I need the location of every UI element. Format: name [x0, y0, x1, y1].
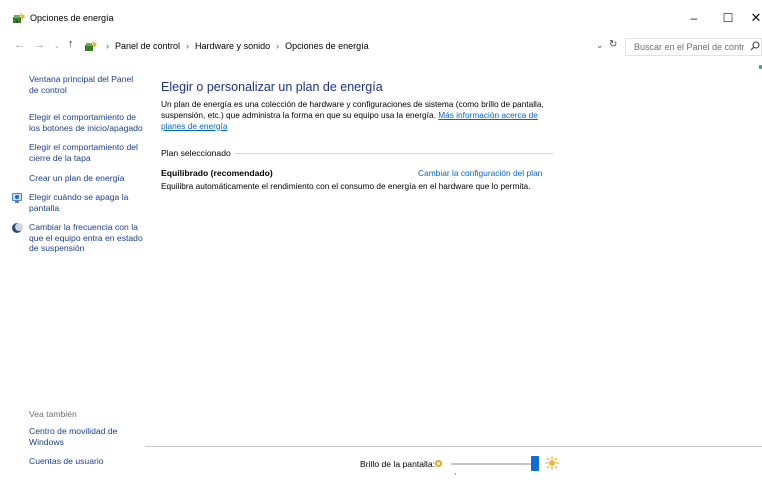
sidebar-link-power-buttons[interactable]: Elegir el comportamiento de los botones …: [29, 112, 145, 133]
section-label: Plan seleccionado: [161, 148, 235, 158]
breadcrumb-item-opciones-de-energia[interactable]: Opciones de energía: [285, 41, 369, 51]
breadcrumb-separator-icon: ›: [106, 41, 109, 51]
see-also-mobility-center-link[interactable]: Centro de movilidad de Windows: [29, 426, 145, 447]
breadcrumb-item-hardware-y-sonido[interactable]: Hardware y sonido: [195, 41, 270, 51]
recent-locations-chevron-icon[interactable]: ⌄: [54, 42, 60, 50]
title-bar: Opciones de energía – ☐ ✕: [0, 0, 762, 36]
search-input[interactable]: [634, 42, 744, 52]
sidebar-link-lid-close[interactable]: Elegir el comportamiento del cierre de l…: [29, 142, 145, 163]
sun-bright-icon: [545, 456, 559, 470]
see-also-user-accounts-link[interactable]: Cuentas de usuario: [29, 456, 145, 467]
power-options-icon: [13, 13, 25, 23]
search-icon[interactable]: [750, 41, 760, 51]
left-task-pane: Ventana principal del Panel de control E…: [0, 58, 145, 480]
brightness-bar: Brillo de la pantalla:: [145, 446, 762, 480]
page-description: Un plan de energía es una colección de h…: [161, 99, 561, 131]
breadcrumb-separator-icon: ›: [186, 41, 190, 51]
search-box[interactable]: [625, 38, 762, 56]
brightness-slider-track[interactable]: [451, 463, 537, 465]
sidebar-link-sleep[interactable]: Cambiar la frecuencia con la que el equi…: [29, 222, 145, 254]
minimize-button[interactable]: –: [678, 8, 710, 28]
monitor-icon: [12, 193, 22, 203]
breadcrumb: › Panel de control › Hardware y sonido › Opci…: [100, 41, 369, 51]
see-also-label: Vea también: [29, 409, 77, 419]
breadcrumb-item-panel-de-control[interactable]: Panel de control: [115, 41, 180, 51]
breadcrumb-separator-icon: ›: [276, 41, 280, 51]
sidebar-link-create-plan[interactable]: Crear un plan de energía: [29, 173, 145, 184]
close-button[interactable]: ✕: [740, 8, 762, 28]
forward-arrow-icon[interactable]: →: [34, 39, 45, 51]
power-options-icon: [85, 41, 97, 51]
page-title: Elegir o personalizar un plan de energía: [161, 80, 383, 94]
window-title: Opciones de energía: [30, 13, 114, 23]
refresh-icon[interactable]: ↻: [609, 39, 617, 50]
up-arrow-icon[interactable]: ↑: [68, 38, 74, 50]
brightness-label: Brillo de la pantalla:: [360, 459, 436, 469]
sidebar-link-display-off[interactable]: Elegir cuándo se apaga la pantalla: [29, 192, 145, 213]
moon-icon: [12, 223, 23, 233]
sun-dim-icon: [435, 460, 442, 467]
address-dropdown-chevron-icon[interactable]: ⌄: [596, 40, 604, 51]
plan-description: Equilibra automáticamente el rendimiento…: [161, 181, 531, 191]
back-arrow-icon[interactable]: ←: [14, 39, 25, 51]
address-bar: ← → ⌄ ↑ › Panel de control › Hardware y son…: [0, 36, 762, 58]
control-panel-home-link[interactable]: Ventana principal del Panel de control: [29, 74, 145, 95]
change-plan-settings-link[interactable]: Cambiar la configuración del plan: [418, 168, 542, 178]
main-content: Elegir o personalizar un plan de energía…: [145, 58, 762, 458]
plan-name: Equilibrado (recomendado): [161, 168, 273, 178]
brightness-slider-thumb[interactable]: [531, 456, 539, 471]
slider-tick: [455, 473, 456, 475]
